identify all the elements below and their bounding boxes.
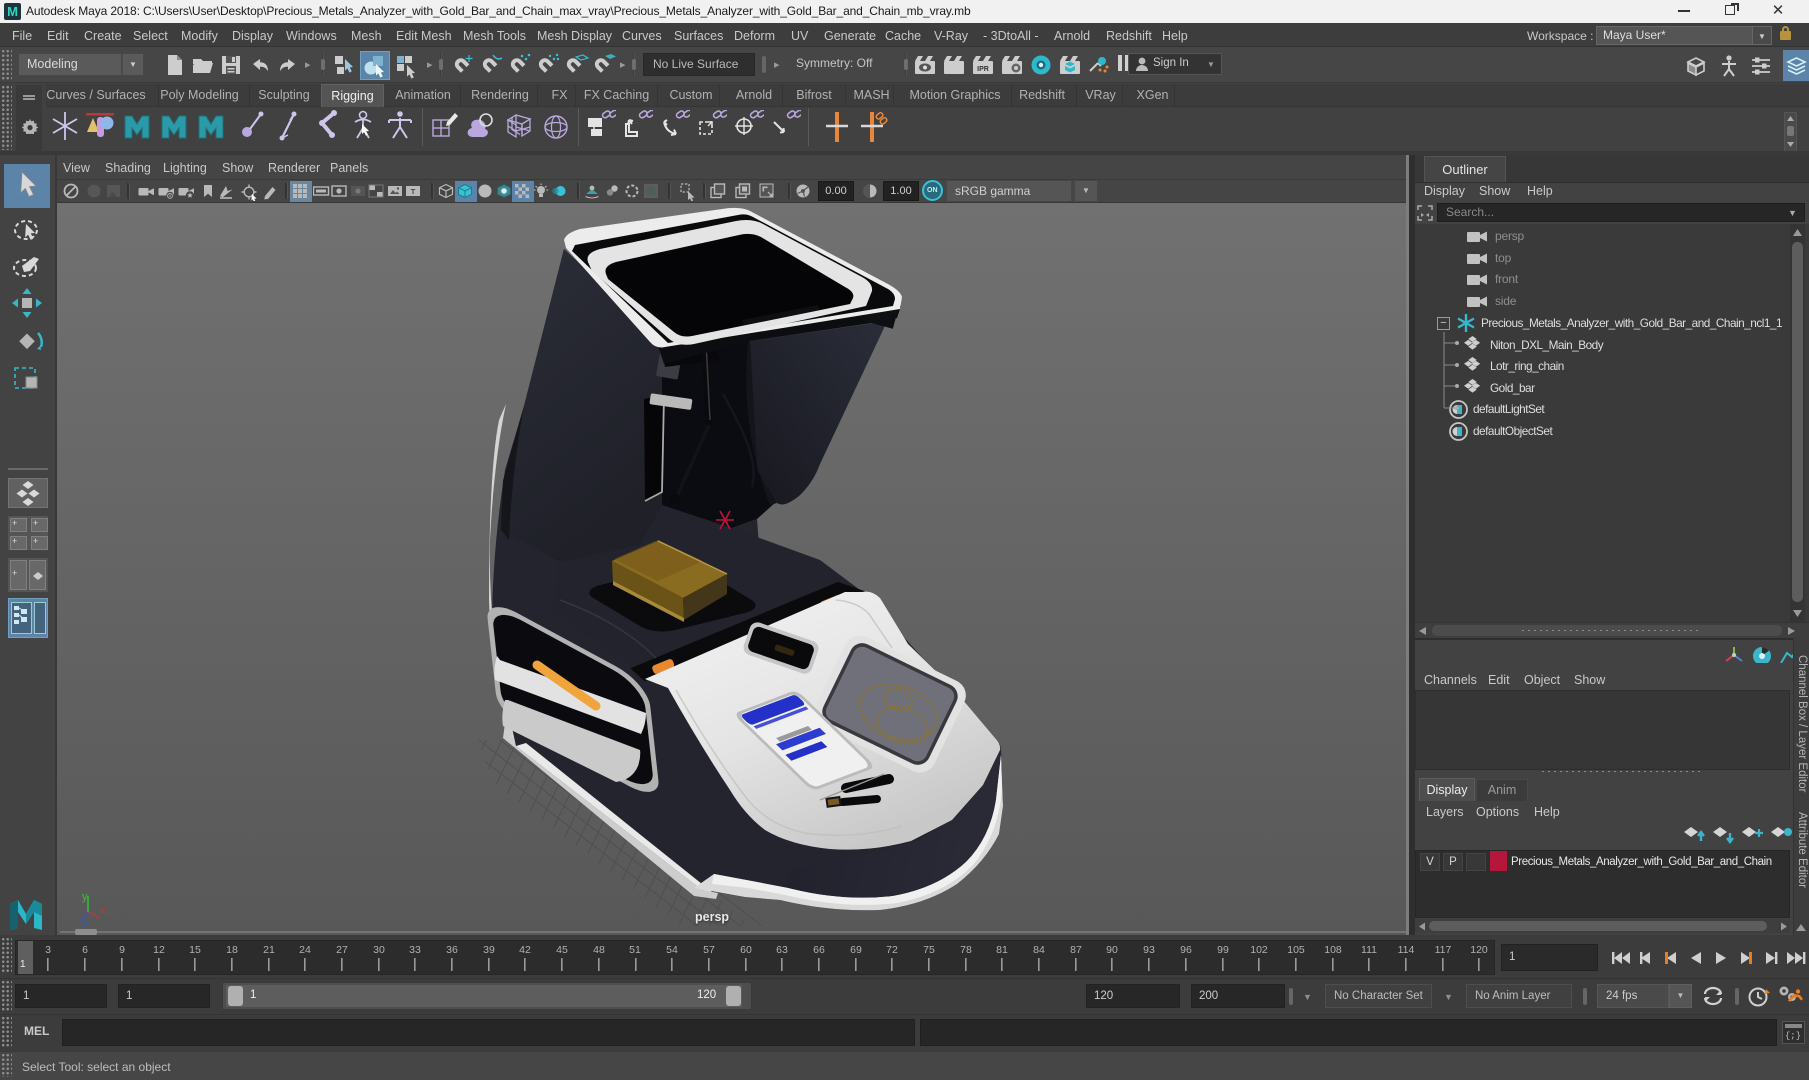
svg-text:108: 108 <box>1324 944 1342 956</box>
svg-text:54: 54 <box>666 944 678 956</box>
svg-text:45: 45 <box>556 944 568 956</box>
svg-text:15: 15 <box>189 944 201 956</box>
svg-text:90: 90 <box>1106 944 1118 956</box>
svg-text:{;}: {;} <box>1785 1031 1801 1041</box>
svg-text:120: 120 <box>1470 944 1488 956</box>
svg-text:114: 114 <box>1398 944 1415 956</box>
svg-text:72: 72 <box>886 944 898 956</box>
svg-text:21: 21 <box>263 944 275 956</box>
svg-text:99: 99 <box>1217 944 1229 956</box>
svg-text:39: 39 <box>483 944 495 956</box>
svg-text:36: 36 <box>446 944 458 956</box>
svg-text:48: 48 <box>593 944 605 956</box>
svg-text:30: 30 <box>373 944 385 956</box>
svg-text:27: 27 <box>336 944 348 956</box>
svg-text:42: 42 <box>519 944 531 956</box>
svg-text:87: 87 <box>1070 944 1082 956</box>
svg-text:84: 84 <box>1033 944 1045 956</box>
svg-text:102: 102 <box>1250 944 1268 956</box>
svg-text:66: 66 <box>813 944 825 956</box>
svg-text:69: 69 <box>850 944 862 956</box>
svg-text:3: 3 <box>45 944 51 956</box>
svg-text:60: 60 <box>740 944 752 956</box>
svg-text:51: 51 <box>629 944 641 956</box>
svg-text:63: 63 <box>776 944 788 956</box>
svg-text:T: T <box>411 187 416 196</box>
svg-text:9: 9 <box>119 944 125 956</box>
svg-text:IPR: IPR <box>977 66 989 73</box>
svg-text:81: 81 <box>996 944 1008 956</box>
svg-text:117: 117 <box>1435 944 1452 956</box>
svg-text:33: 33 <box>409 944 421 956</box>
svg-text:105: 105 <box>1287 944 1305 956</box>
svg-text:x: x <box>100 905 106 917</box>
svg-text:y: y <box>82 891 88 903</box>
svg-text:78: 78 <box>960 944 972 956</box>
svg-text:18: 18 <box>226 944 238 956</box>
svg-text:57: 57 <box>703 944 715 956</box>
svg-text:6: 6 <box>82 944 88 956</box>
svg-text:111: 111 <box>1361 944 1377 956</box>
svg-text:96: 96 <box>1180 944 1192 956</box>
svg-text:24: 24 <box>299 944 311 956</box>
svg-text:93: 93 <box>1143 944 1155 956</box>
svg-text:75: 75 <box>923 944 935 956</box>
svg-text:12: 12 <box>153 944 165 956</box>
